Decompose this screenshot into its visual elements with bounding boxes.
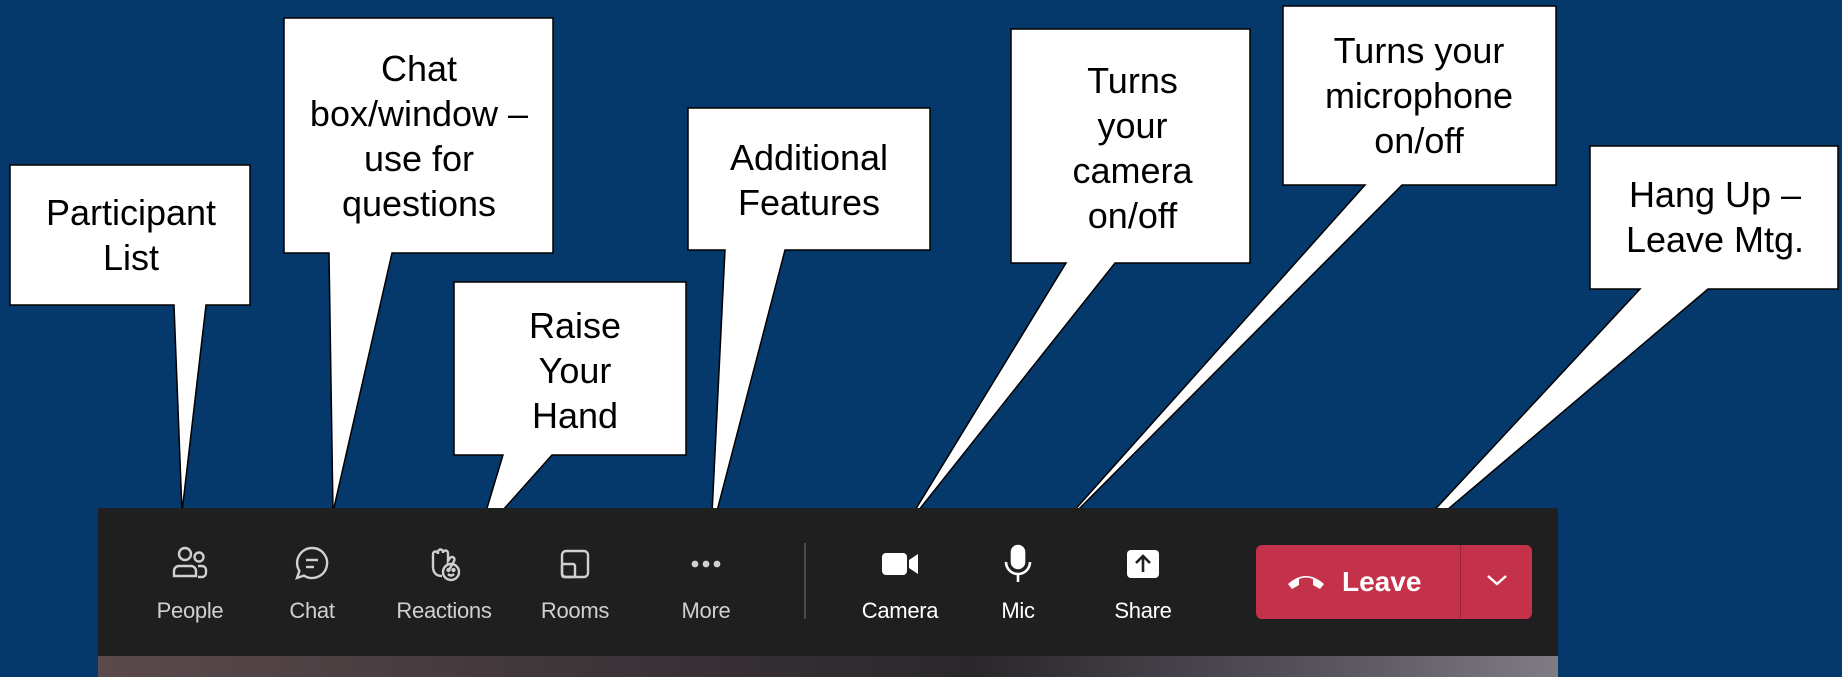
- callout-chat-box: Chat box/window – use for questions: [309, 47, 529, 224]
- leave-button[interactable]: Leave: [1256, 545, 1460, 619]
- people-label: People: [156, 598, 224, 623]
- leave-label: Leave: [1342, 566, 1422, 597]
- phone-hangup-icon: [1286, 568, 1326, 597]
- callout-hang-up: Hang Up – Leave Mtg.: [1625, 174, 1805, 260]
- camera-button[interactable]: Camera: [850, 530, 950, 630]
- chat-label: Chat: [289, 598, 335, 623]
- reactions-button[interactable]: Reactions: [384, 530, 504, 630]
- video-preview-strip: [98, 656, 1558, 677]
- people-icon: [170, 544, 210, 584]
- rooms-label: Rooms: [540, 598, 610, 623]
- rooms-icon: [555, 544, 595, 584]
- mic-icon: [998, 544, 1038, 584]
- reactions-label: Reactions: [396, 598, 492, 623]
- callout-raise-hand: Raise Your Hand: [528, 304, 622, 436]
- chat-button[interactable]: Chat: [272, 530, 352, 630]
- share-icon: [1123, 544, 1163, 584]
- share-label: Share: [1114, 598, 1172, 623]
- camera-icon: [880, 544, 920, 584]
- more-icon: [686, 544, 726, 584]
- camera-label: Camera: [861, 598, 939, 623]
- raise-hand-icon: [424, 544, 464, 584]
- chevron-down-icon: [1486, 573, 1508, 592]
- more-button[interactable]: More: [666, 530, 746, 630]
- callout-microphone: Turns your microphone on/off: [1324, 29, 1514, 161]
- more-label: More: [681, 598, 731, 623]
- leave-options-button[interactable]: [1461, 545, 1532, 619]
- mic-label: Mic: [1001, 598, 1035, 623]
- people-button[interactable]: People: [140, 530, 240, 630]
- toolbar-divider: [804, 543, 806, 619]
- leave-button-group: Leave: [1256, 545, 1532, 619]
- callout-camera: Turns your camera on/off: [1072, 59, 1193, 236]
- chat-icon: [292, 544, 332, 584]
- callout-participant-list: Participant List: [45, 192, 217, 278]
- share-button[interactable]: Share: [1098, 530, 1188, 630]
- rooms-button[interactable]: Rooms: [530, 530, 620, 630]
- mic-button[interactable]: Mic: [978, 530, 1058, 630]
- callout-additional-features: Additional Features: [729, 137, 889, 223]
- meeting-toolbar: People Chat Reactions Rooms More Camera …: [98, 508, 1558, 656]
